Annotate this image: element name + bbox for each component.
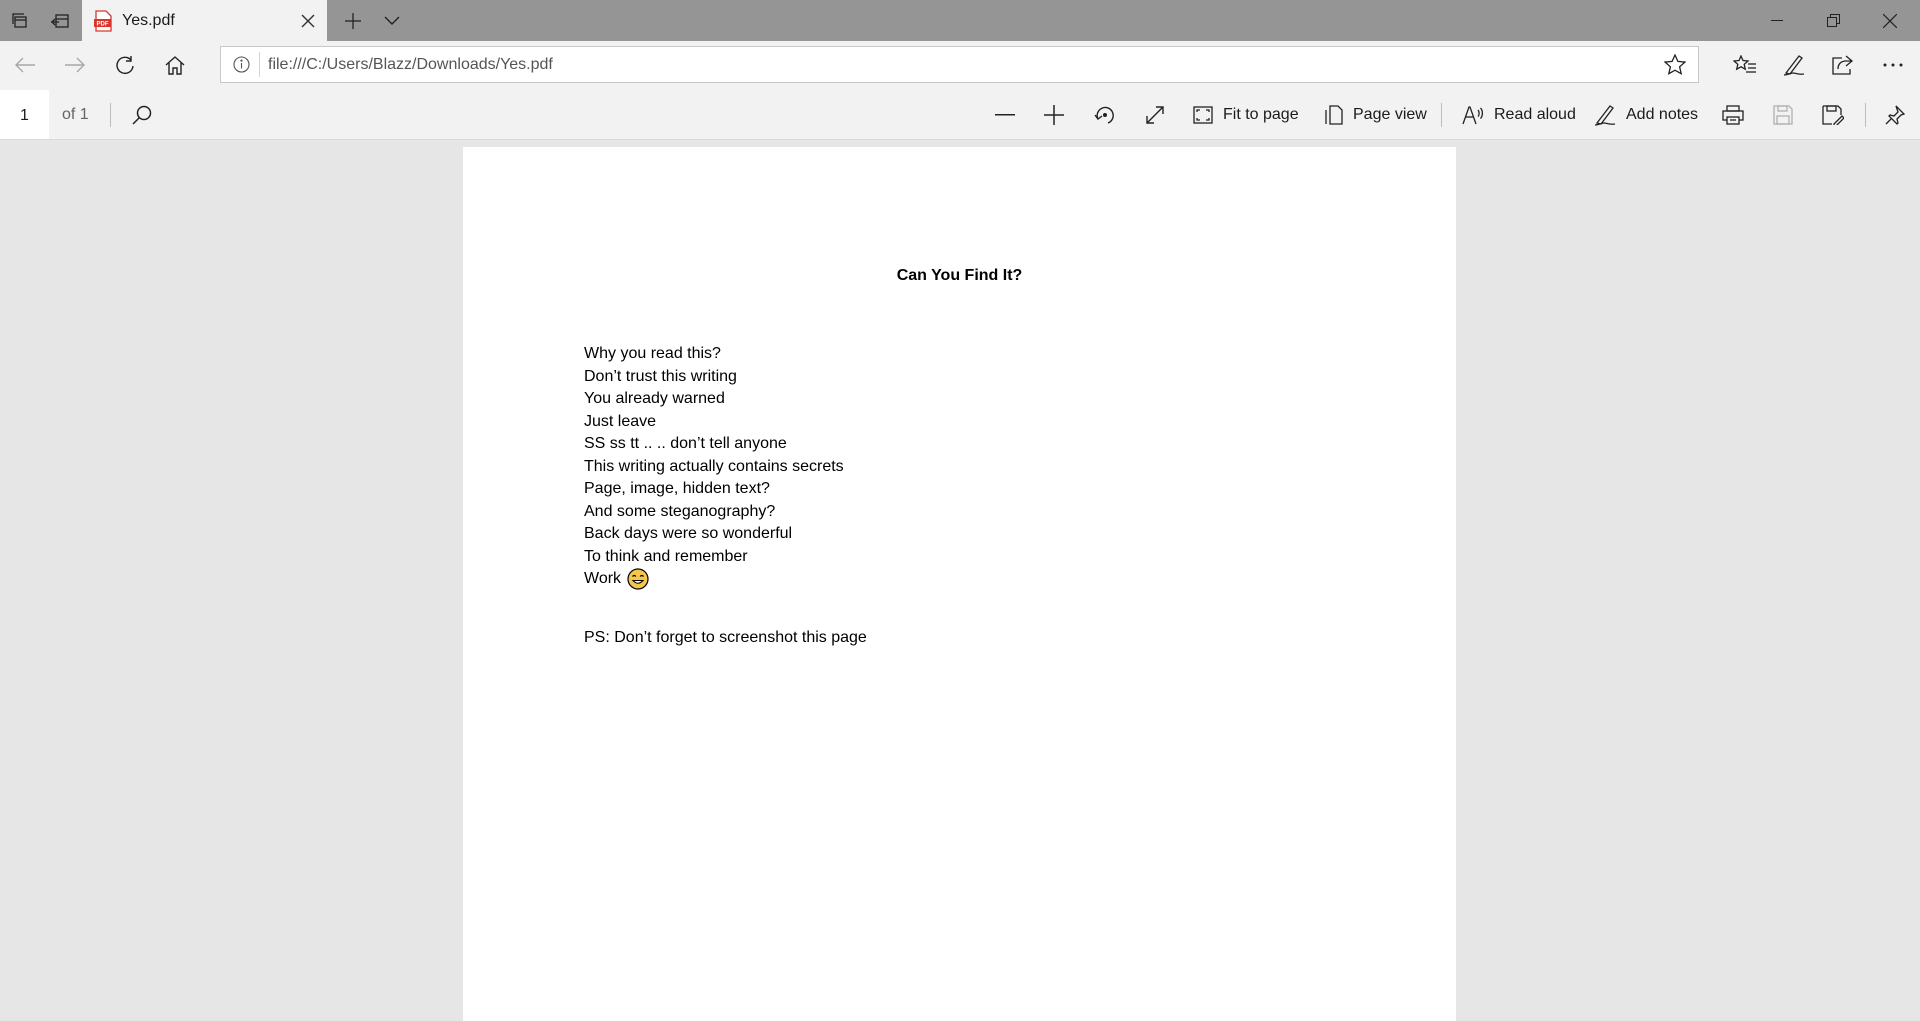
text-line: Back days were so wonderful: [584, 525, 793, 542]
fit-to-page-button[interactable]: Fit to page: [1193, 95, 1299, 135]
navigation-bar: file:///C:/Users/Blazz/Downloads/Yes.pdf: [0, 41, 1920, 90]
text-line: To think and remember: [584, 547, 748, 565]
text-line-with-emoji: Work: [584, 568, 844, 591]
minimize-icon: [1771, 19, 1783, 22]
tab-preview-toggle-button[interactable]: [372, 0, 412, 41]
minus-icon: [995, 114, 1015, 116]
add-notes-button[interactable]: Add notes: [1594, 95, 1698, 135]
set-tabs-aside-button[interactable]: [40, 0, 80, 41]
new-tab-button[interactable]: [333, 0, 373, 41]
page-count: of 1: [62, 106, 89, 123]
web-note-button[interactable]: [1774, 45, 1814, 85]
pdf-page: Can You Find It? Why you read this? Don’…: [463, 147, 1456, 1021]
print-button[interactable]: [1713, 95, 1753, 135]
home-icon: [165, 55, 185, 75]
tab-title: Yes.pdf: [122, 12, 175, 29]
fit-to-page-icon: [1193, 106, 1213, 124]
text-line: Work: [584, 570, 622, 588]
document-body: Why you read this? Don’t trust this writ…: [584, 343, 844, 591]
search-button[interactable]: [122, 95, 162, 135]
tab-strip: PDF Yes.pdf: [0, 0, 1920, 41]
share-icon: [1832, 55, 1854, 75]
divider: [259, 52, 260, 77]
expand-icon: [1145, 105, 1165, 125]
more-icon: [1883, 63, 1903, 67]
smiling-face-emoji-icon: [627, 568, 649, 590]
restore-icon: [1826, 14, 1840, 27]
text-line: Just leave: [584, 412, 657, 430]
arrow-right-icon: [64, 56, 86, 74]
close-icon: [301, 14, 315, 28]
close-tab-button[interactable]: [295, 8, 321, 34]
close-window-button[interactable]: [1862, 0, 1918, 41]
tabs-list-icon: [11, 12, 29, 30]
refresh-icon: [115, 55, 135, 75]
refresh-button[interactable]: [105, 45, 145, 85]
text-line: Page, image, hidden text?: [584, 480, 770, 497]
text-line: Why you read this?: [584, 345, 721, 362]
divider: [110, 103, 111, 127]
pdf-file-icon: PDF: [92, 10, 114, 32]
back-button[interactable]: [5, 45, 45, 85]
chevron-down-icon: [384, 16, 400, 26]
save-as-icon: [1822, 105, 1844, 125]
share-button[interactable]: [1823, 45, 1863, 85]
text-line: And some steganography?: [584, 502, 776, 520]
pdf-toolbar: 1 of 1 Fit to page Page view Read aloud …: [0, 90, 1920, 140]
divider: [1441, 103, 1442, 127]
rotate-icon: [1094, 104, 1116, 126]
read-aloud-icon: [1462, 105, 1484, 125]
pen-icon: [1783, 54, 1805, 76]
settings-more-button[interactable]: [1873, 45, 1913, 85]
document-title: Can You Find It?: [896, 267, 1023, 284]
close-icon: [1883, 13, 1897, 28]
save-button[interactable]: [1763, 95, 1803, 135]
forward-button[interactable]: [55, 45, 95, 85]
set-aside-icon: [50, 12, 70, 30]
favorites-list-icon: [1733, 55, 1757, 75]
url-text[interactable]: file:///C:/Users/Blazz/Downloads/Yes.pdf: [268, 47, 553, 82]
add-notes-label: Add notes: [1626, 106, 1699, 123]
pin-icon: [1885, 105, 1905, 125]
save-as-button[interactable]: [1813, 95, 1853, 135]
favorite-star-button[interactable]: [1664, 54, 1686, 75]
read-aloud-label: Read aloud: [1494, 106, 1576, 123]
text-line: Don’t trust this writing: [584, 367, 737, 385]
save-icon: [1773, 105, 1793, 125]
plus-icon: [1044, 105, 1064, 125]
page-view-label: Page view: [1353, 106, 1427, 123]
divider: [1865, 103, 1866, 127]
fit-to-page-label: Fit to page: [1223, 106, 1299, 123]
page-view-button[interactable]: Page view: [1325, 95, 1427, 135]
svg-text:PDF: PDF: [97, 22, 109, 28]
pin-toolbar-button[interactable]: [1875, 95, 1915, 135]
page-view-icon: [1325, 105, 1343, 125]
tab-set-aside-list-button[interactable]: [0, 0, 40, 41]
plus-icon: [344, 12, 362, 30]
text-line: SS ss tt .. .. don’t tell anyone: [584, 435, 787, 452]
home-button[interactable]: [155, 45, 195, 85]
star-icon: [1664, 54, 1686, 75]
minimize-button[interactable]: [1749, 0, 1805, 41]
info-icon[interactable]: [233, 56, 250, 73]
address-bar[interactable]: file:///C:/Users/Blazz/Downloads/Yes.pdf: [220, 46, 1699, 83]
arrow-left-icon: [14, 56, 36, 74]
postscript-text: PS: Don’t forget to screenshot this page: [584, 629, 867, 646]
search-icon: [132, 105, 152, 125]
read-aloud-button[interactable]: Read aloud: [1462, 95, 1576, 135]
printer-icon: [1722, 105, 1744, 125]
text-line: You already warned: [584, 390, 725, 407]
rotate-button[interactable]: [1085, 95, 1125, 135]
pen-icon: [1594, 104, 1616, 126]
favorites-button[interactable]: [1725, 45, 1765, 85]
zoom-in-button[interactable]: [1034, 95, 1074, 135]
text-line: This writing actually contains secrets: [584, 457, 844, 475]
zoom-out-button[interactable]: [985, 95, 1025, 135]
active-tab[interactable]: PDF Yes.pdf: [82, 0, 327, 41]
page-number-input[interactable]: 1: [0, 90, 49, 139]
restore-button[interactable]: [1805, 0, 1861, 41]
full-screen-button[interactable]: [1135, 95, 1175, 135]
